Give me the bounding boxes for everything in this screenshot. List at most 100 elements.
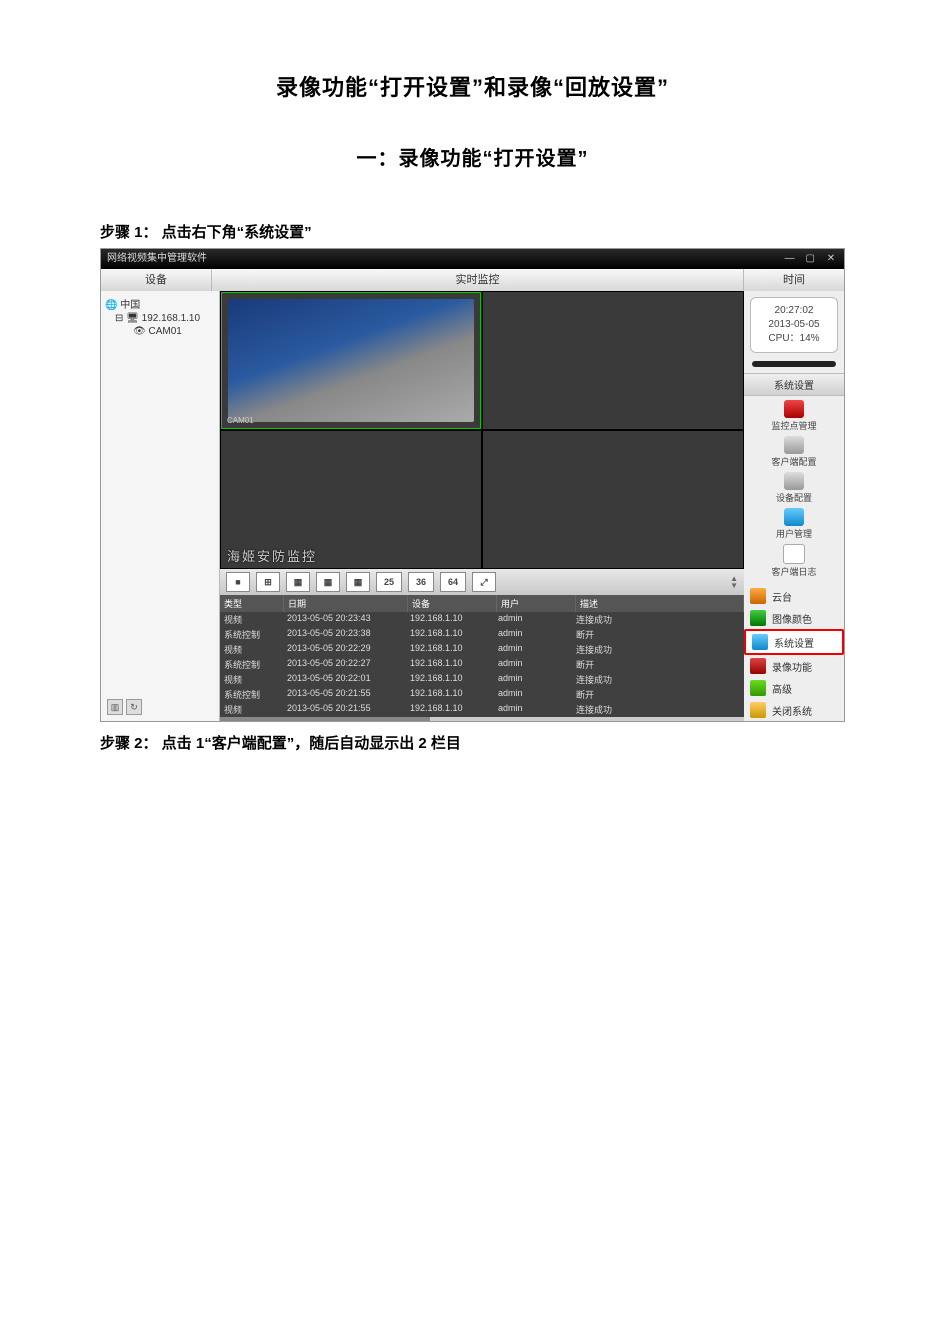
right-item[interactable]: 录像功能 [744,655,844,677]
maximize-button[interactable]: ▢ [803,252,817,266]
layout-6-button[interactable]: ▦ [286,572,310,592]
log-row: 视频2013-05-05 20:21:55192.168.1.10admin连接… [220,702,744,717]
camera-feed [228,299,474,422]
log-row: 视频2013-05-05 20:23:43192.168.1.10admin连接… [220,612,744,627]
settings-item[interactable]: 用户管理 [776,508,812,540]
clock-cpu: CPU：14% [755,332,833,346]
log-panel: 类型 日期 设备 用户 描述 视频2013-05-05 20:23:43192.… [220,595,744,721]
tab-devices[interactable]: 设备 [101,269,212,291]
layout-36-button[interactable]: 36 [408,572,434,592]
log-col-date: 日期 [284,595,408,612]
action-label: 云台 [772,589,792,604]
section-system-settings[interactable]: 系统设置 [744,373,844,396]
log-scrollbar[interactable] [220,717,744,721]
settings-label: 客户端配置 [771,455,816,468]
settings-item[interactable]: 监控点管理 [771,400,816,432]
watermark: 海姬安防监控 [227,546,317,565]
action-label: 图像颜色 [772,611,812,626]
fullscreen-button[interactable]: ⤢ [472,572,496,592]
clock-panel: 20:27:02 2013-05-05 CPU：14% [750,297,838,353]
action-label: 录像功能 [772,659,812,674]
right-action-list: 云台图像颜色系统设置录像功能高级关闭系统 [744,585,844,721]
tree-root[interactable]: 🌐 中国 [105,295,215,312]
app-window: 网络视频集中管理软件 — ▢ ✕ 设备 实时监控 时间 🌐 中国 ⊟ 🖥 192… [100,248,845,722]
video-cell-1[interactable]: CAM01 [221,292,481,429]
settings-icon [784,472,804,490]
tree-btn-1[interactable]: ▥ [107,699,123,715]
video-cell-2[interactable] [483,292,743,429]
tree-ip[interactable]: ⊟ 🖥 192.168.1.10 [105,312,215,325]
layout-1-button[interactable]: ■ [226,572,250,592]
right-item[interactable]: 高级 [744,677,844,699]
log-col-type: 类型 [220,595,284,612]
layout-9-button[interactable]: ▦ [316,572,340,592]
page-up-down[interactable]: ▲▼ [730,575,738,589]
right-item[interactable]: 系统设置 [744,629,844,655]
action-icon [750,680,766,696]
settings-label: 用户管理 [776,527,812,540]
clock-time: 20:27:02 [755,304,833,318]
main-area: CAM01 海姬安防监控 ■ ⊞ ▦ ▦ ▦ 25 36 64 [220,291,744,721]
settings-item[interactable]: 客户端配置 [771,436,816,468]
minimize-button[interactable]: — [782,252,796,266]
settings-icon [784,508,804,526]
action-label: 高级 [772,681,792,696]
window-buttons: — ▢ ✕ [778,249,838,269]
step-2: 步骤 2： 点击 1“客户端配置”，随后自动显示出 2 栏目 [100,732,845,753]
clock-date: 2013-05-05 [755,318,833,332]
log-col-user: 用户 [497,595,576,612]
tab-live[interactable]: 实时监控 [212,269,744,291]
log-col-desc: 描述 [576,595,744,612]
tree-footer-buttons: ▥ ↻ [105,697,215,717]
log-row: 系统控制2013-05-05 20:22:27192.168.1.10admin… [220,657,744,672]
right-item[interactable]: 图像颜色 [744,607,844,629]
layout-25-button[interactable]: 25 [376,572,402,592]
doc-subtitle: 一：录像功能“打开设置” [100,142,845,171]
layout-toolbar: ■ ⊞ ▦ ▦ ▦ 25 36 64 ⤢ ▲▼ [220,569,744,595]
log-col-device: 设备 [408,595,497,612]
cpu-bar [752,361,836,367]
video-cell-4[interactable] [483,431,743,568]
layout-4-button[interactable]: ⊞ [256,572,280,592]
settings-label: 客户端日志 [771,565,816,578]
camera-label: CAM01 [227,416,254,425]
tree-root-label: 中国 [120,300,140,311]
log-header: 类型 日期 设备 用户 描述 [220,595,744,612]
action-icon [750,588,766,604]
log-row: 视频2013-05-05 20:22:01192.168.1.10admin连接… [220,672,744,687]
tab-time[interactable]: 时间 [744,269,844,291]
settings-label: 监控点管理 [771,419,816,432]
action-icon [750,658,766,674]
settings-icon [783,544,805,564]
layout-64-button[interactable]: 64 [440,572,466,592]
top-tabs: 设备 实时监控 时间 [101,269,844,291]
video-cell-3[interactable]: 海姬安防监控 [221,431,481,568]
app-title: 网络视频集中管理软件 [107,249,207,269]
settings-item[interactable]: 客户端日志 [771,544,816,578]
layout-16-button[interactable]: ▦ [346,572,370,592]
tree-ip-label: 192.168.1.10 [142,313,200,324]
doc-title: 录像功能“打开设置”和录像“回放设置” [100,70,845,102]
log-row: 视频2013-05-05 20:22:29192.168.1.10admin连接… [220,642,744,657]
tree-cam[interactable]: 👁 CAM01 [105,325,215,338]
tree-btn-refresh[interactable]: ↻ [126,699,142,715]
settings-icon [784,400,804,418]
close-button[interactable]: ✕ [824,252,838,266]
right-item[interactable]: 云台 [744,585,844,607]
settings-icon [784,436,804,454]
tree-cam-label: CAM01 [148,326,181,337]
right-sidebar: 20:27:02 2013-05-05 CPU：14% 系统设置 监控点管理客户… [744,291,844,721]
right-item[interactable]: 关闭系统 [744,699,844,721]
action-label: 系统设置 [774,635,814,650]
settings-label: 设备配置 [776,491,812,504]
action-icon [750,702,766,718]
log-row: 系统控制2013-05-05 20:23:38192.168.1.10admin… [220,627,744,642]
device-tree: 🌐 中国 ⊟ 🖥 192.168.1.10 👁 CAM01 ▥ ↻ [101,291,220,721]
titlebar: 网络视频集中管理软件 — ▢ ✕ [101,249,844,269]
settings-list: 监控点管理客户端配置设备配置用户管理客户端日志 [744,396,844,582]
settings-item[interactable]: 设备配置 [776,472,812,504]
action-label: 关闭系统 [772,703,812,718]
video-grid: CAM01 海姬安防监控 [220,291,744,569]
step-1: 步骤 1： 点击右下角“系统设置” [100,221,845,242]
action-icon [750,610,766,626]
